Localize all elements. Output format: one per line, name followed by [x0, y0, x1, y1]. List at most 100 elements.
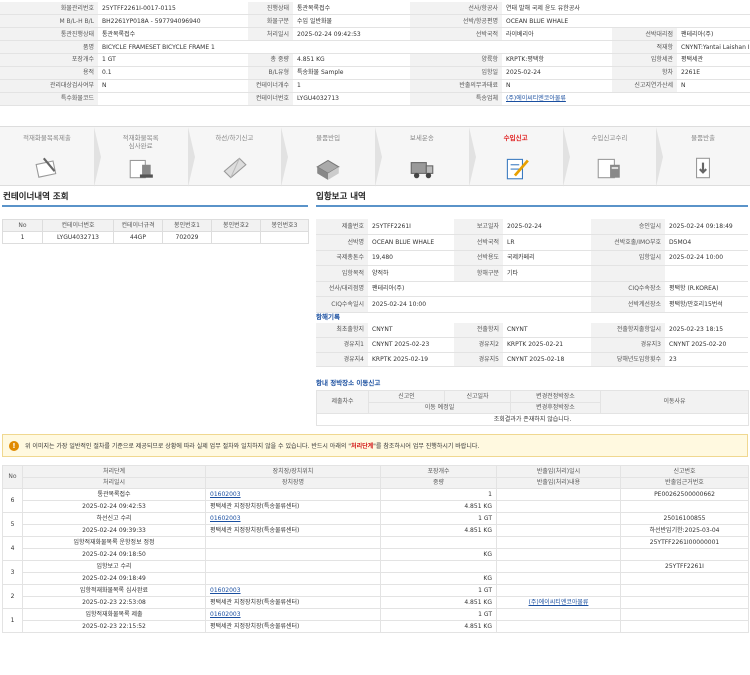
info-value: 팬테리아(주)	[677, 27, 750, 42]
history-place-link[interactable]	[205, 560, 381, 573]
report-label: 선박명	[316, 234, 368, 251]
history-placename	[205, 548, 381, 561]
voyage-value: 2025-02-23 18:15	[665, 323, 748, 338]
step-label: 하선/하기신고	[215, 134, 254, 142]
container-cell: 702029	[162, 231, 212, 244]
info-label: 특송업체	[410, 92, 502, 106]
report-label: 선사/대리점명	[316, 281, 368, 297]
report-value: 양적하	[368, 265, 454, 282]
info-row: 용적 0.1 B/L유형 특송화물 Sample 입항일 2025-02-24 항차 2261…	[0, 66, 750, 80]
history-no: 4	[2, 536, 23, 561]
transfer-empty-message: 조회결과가 존재하지 않습니다.	[316, 413, 749, 426]
history-placename: 평택세관 지정장치장(특송물류센터)	[205, 524, 381, 537]
history-iocontent-link[interactable]: (주)에이씨티엔코아물류	[496, 596, 621, 609]
info-row: 통관진행상태 통관목록접수 처리일시 2025-02-24 09:42:53 선박국적 라…	[0, 27, 750, 42]
courier-link[interactable]: (주)에이씨티엔코아물류	[502, 92, 750, 106]
transfer-header-submit: 제출차수	[316, 390, 369, 414]
history-step: 입항적재화물목록 제출	[22, 608, 206, 621]
transfer-header-before: 변경전정박장소	[510, 390, 601, 403]
step-label: 물품반입	[316, 134, 341, 142]
history-step: 입항적재화물목록 심사완료	[22, 584, 206, 597]
history-weight: 4.851 KG	[380, 596, 497, 609]
history-date: 2025-02-24 09:42:53	[22, 500, 206, 513]
container-cell	[211, 231, 261, 244]
info-value: 연태 발해 국제 윤도 유한공사	[502, 2, 750, 16]
voyage-value: 23	[665, 352, 748, 367]
voyage-row: 최초출항지 CNYNT 전출항지 CNYNT 전출항지출항일시 2025-02-23 18…	[316, 323, 748, 338]
info-label: 관리대상검사여부	[0, 79, 98, 93]
history-basis	[620, 572, 749, 585]
history-row-detail: 2025-02-24 09:18:50 KG	[3, 548, 749, 561]
step-label: 수입신고수리	[591, 134, 628, 142]
history-pkg: 1 GT	[380, 608, 497, 621]
review-stamp-icon	[127, 154, 155, 184]
history-header-pkg: 포장개수	[380, 465, 497, 478]
history-decl: PE00262500000662	[620, 488, 749, 501]
report-value: 2025-02-24 09:18:49	[665, 219, 748, 235]
history-place-link[interactable]: 01602003	[205, 488, 381, 501]
history-weight: 4.851 KG	[380, 620, 497, 633]
report-label: 선박용도	[454, 250, 503, 266]
transfer-section-title: 항내 정박장소 이동신고	[316, 379, 381, 387]
transfer-header-scheduled: 이동 예정일	[368, 401, 511, 414]
history-place-link[interactable]: 01602003	[205, 584, 381, 597]
history-header-place: 장치장/장치위치	[205, 465, 381, 478]
document-pen-icon	[33, 154, 61, 184]
history-decl	[620, 584, 749, 597]
declaration-icon	[502, 154, 530, 184]
calculator-icon	[595, 154, 623, 184]
info-label: 선박국적	[410, 27, 502, 42]
step-5: 보세운송	[375, 127, 469, 187]
info-value: N	[502, 79, 612, 93]
report-value: 기타	[503, 265, 591, 282]
history-basis	[620, 620, 749, 633]
info-value: 수입 일반화물	[293, 14, 410, 29]
history-place-link[interactable]: 01602003	[205, 608, 381, 621]
info-label: 품명	[0, 40, 98, 55]
voyage-label: 경유지5	[454, 352, 503, 367]
history-date: 2025-02-23 22:53:08	[22, 596, 206, 609]
report-label: 승인일시	[591, 219, 665, 235]
info-value: LYGU4032713	[293, 92, 410, 106]
step-label: 적재화물목록제출	[22, 134, 71, 142]
history-date: 2025-02-24 09:18:49	[22, 572, 206, 585]
report-row: 선박명 OCEAN BLUE WHALE 선박국적 LR 선박호출/IMO부호 D5MO4	[316, 234, 748, 251]
history-iocontent-link[interactable]	[496, 620, 621, 633]
history-header-date: 처리일시	[22, 476, 206, 489]
container-header: 봉인번호2	[211, 219, 261, 232]
history-iocontent-link[interactable]	[496, 524, 621, 537]
info-value: 특송화물 Sample	[293, 66, 410, 80]
info-label: 반출의무과태료	[410, 79, 502, 93]
container-header: 봉인번호3	[260, 219, 309, 232]
transfer-header-reason: 이동사유	[600, 390, 749, 414]
container-cell	[260, 231, 309, 244]
info-label: 컨테이너번호	[248, 92, 293, 106]
history-header-iocontent: 반출입(처리)내용	[496, 476, 621, 489]
history-iocontent-link[interactable]	[496, 548, 621, 561]
voyage-table: 최초출항지 CNYNT 전출항지 CNYNT 전출항지출항일시 2025-02-23 18…	[316, 323, 748, 367]
info-row: 품명 BICYCLE FRAMESET BICYCLE FRAME 1 적재항 CNY…	[0, 40, 750, 55]
history-decl	[620, 608, 749, 621]
container-header: No	[2, 219, 43, 232]
history-place-link[interactable]	[205, 536, 381, 549]
history-no: 3	[2, 560, 23, 585]
history-place-link[interactable]: 01602003	[205, 512, 381, 525]
history-iocontent-link[interactable]	[496, 500, 621, 513]
history-row: 1 입항적재화물목록 제출 01602003 1 GT	[2, 608, 749, 633]
report-label: 보고일자	[454, 219, 503, 235]
report-label: 항해구분	[454, 265, 503, 282]
history-weight: KG	[380, 572, 497, 585]
info-value: 4.851 KG	[293, 53, 410, 67]
info-value: 2261E	[677, 66, 750, 80]
container-cell: 1	[2, 231, 43, 244]
history-io	[496, 608, 621, 621]
warning-text-highlight: 처리단계	[351, 443, 374, 450]
voyage-label: 최초출항지	[316, 323, 368, 338]
info-label: 적재항	[612, 40, 677, 55]
info-value	[98, 92, 248, 106]
warning-text-pre: 위 이미지는 가장 일반적인 절차를 기준으로 제공되므로 상황에 따라 실제 …	[25, 443, 352, 450]
info-value: BICYCLE FRAMESET BICYCLE FRAME 1	[98, 40, 612, 55]
step-7: 수입신고수리	[562, 127, 657, 187]
report-value: 2025-02-24	[503, 219, 591, 235]
history-iocontent-link[interactable]	[496, 572, 621, 585]
